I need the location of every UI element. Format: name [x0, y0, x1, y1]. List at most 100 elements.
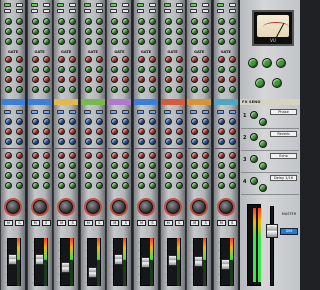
- fx-slot[interactable]: 3 Echo: [241, 151, 299, 173]
- send-knob[interactable]: [84, 152, 92, 159]
- send-knob[interactable]: [69, 162, 77, 169]
- channel-top-button[interactable]: [137, 9, 144, 13]
- eq-knob[interactable]: [58, 138, 66, 145]
- send-knob[interactable]: [95, 172, 103, 179]
- fx-send-knob[interactable]: [250, 111, 258, 119]
- gate-knob[interactable]: [164, 56, 172, 63]
- gate-knob[interactable]: [228, 86, 236, 93]
- eq-button[interactable]: [30, 110, 38, 114]
- pan-knob[interactable]: [165, 200, 180, 214]
- dynamics-knob[interactable]: [228, 28, 236, 35]
- eq-knob[interactable]: [69, 128, 77, 135]
- solo-button[interactable]: S: [41, 220, 51, 226]
- channel-top-button[interactable]: [110, 3, 118, 7]
- gate-knob[interactable]: [122, 56, 130, 63]
- send-knob[interactable]: [122, 152, 130, 159]
- solo-button[interactable]: S: [148, 220, 157, 226]
- eq-button[interactable]: [83, 110, 91, 114]
- gate-knob[interactable]: [31, 66, 39, 73]
- send-knob[interactable]: [31, 152, 39, 159]
- gate-knob[interactable]: [84, 76, 92, 83]
- fx-return-knob[interactable]: [259, 162, 267, 170]
- dynamics-knob[interactable]: [202, 38, 210, 45]
- eq-knob[interactable]: [69, 138, 77, 145]
- dynamics-knob[interactable]: [95, 38, 103, 45]
- eq-knob[interactable]: [5, 138, 12, 145]
- send-knob[interactable]: [5, 172, 12, 179]
- gate-knob[interactable]: [111, 86, 119, 93]
- channel-color-band[interactable]: [80, 99, 105, 105]
- send-knob[interactable]: [58, 182, 66, 189]
- send-knob[interactable]: [95, 182, 103, 189]
- gate-knob[interactable]: [69, 76, 77, 83]
- send-knob[interactable]: [95, 152, 103, 159]
- solo-button[interactable]: S: [174, 220, 184, 226]
- dynamics-knob[interactable]: [69, 18, 77, 25]
- send-knob[interactable]: [69, 172, 77, 179]
- send-knob[interactable]: [84, 172, 92, 179]
- channel-top-button[interactable]: [228, 3, 236, 7]
- gate-knob[interactable]: [191, 76, 199, 83]
- eq-knob[interactable]: [228, 138, 236, 145]
- dynamics-knob[interactable]: [95, 18, 103, 25]
- fx-slot-name[interactable]: Echo: [270, 153, 297, 159]
- eq-knob[interactable]: [217, 128, 225, 135]
- dynamics-knob[interactable]: [217, 28, 225, 35]
- gate-knob[interactable]: [69, 86, 77, 93]
- channel-top-button[interactable]: [122, 9, 130, 13]
- master-knob-4[interactable]: [255, 78, 265, 88]
- dynamics-knob[interactable]: [5, 38, 12, 45]
- eq-knob[interactable]: [42, 138, 50, 145]
- send-knob[interactable]: [42, 172, 50, 179]
- dynamics-knob[interactable]: [175, 18, 183, 25]
- send-knob[interactable]: [58, 162, 66, 169]
- eq-knob[interactable]: [228, 128, 236, 135]
- send-knob[interactable]: [84, 182, 92, 189]
- send-knob[interactable]: [138, 152, 145, 159]
- eq-knob[interactable]: [164, 128, 172, 135]
- dynamics-knob[interactable]: [138, 18, 145, 25]
- gate-knob[interactable]: [138, 56, 145, 63]
- send-knob[interactable]: [69, 182, 77, 189]
- fx-slot-name[interactable]: Delay 1/16: [270, 175, 297, 181]
- eq-knob[interactable]: [149, 118, 156, 125]
- eq-knob[interactable]: [202, 138, 210, 145]
- eq-button[interactable]: [202, 110, 210, 114]
- gate-knob[interactable]: [191, 56, 199, 63]
- eq-knob[interactable]: [164, 118, 172, 125]
- send-knob[interactable]: [217, 172, 225, 179]
- gate-knob[interactable]: [191, 86, 199, 93]
- gate-knob[interactable]: [42, 76, 50, 83]
- gate-knob[interactable]: [217, 86, 225, 93]
- channel-top-button[interactable]: [69, 3, 77, 7]
- eq-knob[interactable]: [69, 118, 77, 125]
- dynamics-knob[interactable]: [122, 18, 130, 25]
- dynamics-knob[interactable]: [122, 38, 130, 45]
- gate-knob[interactable]: [95, 86, 103, 93]
- eq-knob[interactable]: [31, 118, 39, 125]
- channel-top-button[interactable]: [4, 9, 11, 13]
- gate-knob[interactable]: [228, 66, 236, 73]
- solo-button[interactable]: S: [68, 220, 78, 226]
- send-knob[interactable]: [16, 152, 23, 159]
- mute-button[interactable]: M: [137, 220, 146, 226]
- dynamics-knob[interactable]: [111, 28, 119, 35]
- eq-knob[interactable]: [95, 128, 103, 135]
- dynamics-knob[interactable]: [111, 38, 119, 45]
- send-knob[interactable]: [31, 182, 39, 189]
- dynamics-knob[interactable]: [191, 38, 199, 45]
- gate-knob[interactable]: [164, 66, 172, 73]
- channel-top-button[interactable]: [190, 9, 198, 13]
- dim-button[interactable]: DIM: [280, 228, 298, 235]
- gate-knob[interactable]: [175, 86, 183, 93]
- eq-button[interactable]: [42, 110, 50, 114]
- gate-knob[interactable]: [5, 76, 12, 83]
- dynamics-knob[interactable]: [58, 28, 66, 35]
- eq-button[interactable]: [149, 110, 156, 114]
- gate-knob[interactable]: [31, 56, 39, 63]
- eq-knob[interactable]: [228, 118, 236, 125]
- send-knob[interactable]: [202, 182, 210, 189]
- gate-knob[interactable]: [217, 66, 225, 73]
- dynamics-knob[interactable]: [69, 28, 77, 35]
- channel-top-button[interactable]: [16, 3, 23, 7]
